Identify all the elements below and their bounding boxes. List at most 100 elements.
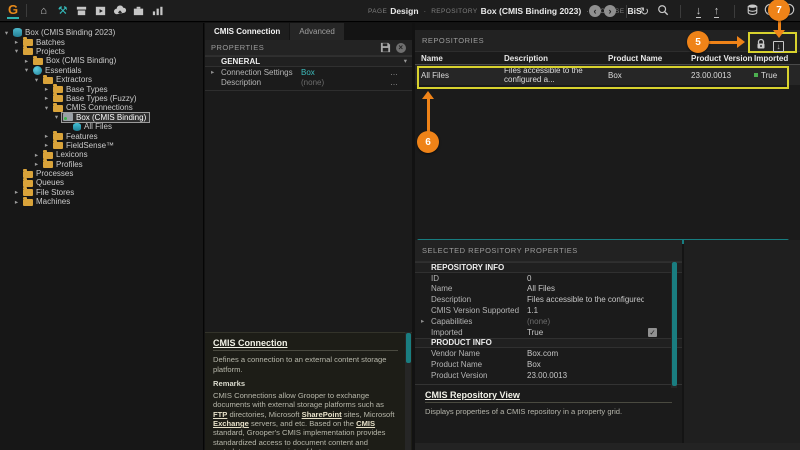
- property-row[interactable]: ▸ Connection Settings Box …: [205, 67, 412, 78]
- property-row[interactable]: REPOSITORY INFO ▾: [415, 262, 682, 273]
- connection-property-grid: GENERAL ▾ ▸ Connection Settings Box … De…: [205, 56, 412, 88]
- batch-process-icon[interactable]: [92, 3, 109, 19]
- property-row[interactable]: Imported True: [415, 327, 682, 338]
- property-row[interactable]: ▸ Capabilities (none): [415, 316, 682, 327]
- callout-arrowhead-5: [737, 36, 745, 48]
- property-row[interactable]: CMIS Version Supported 1.1: [415, 305, 682, 316]
- help-intro: Defines a connection to an external cont…: [213, 355, 398, 374]
- property-grid-scrollbar[interactable]: [671, 262, 677, 388]
- expand-arrow[interactable]: ▸: [42, 85, 51, 93]
- column-header[interactable]: Name: [421, 54, 504, 63]
- stats-icon[interactable]: [149, 3, 166, 19]
- expand-arrow[interactable]: ▾: [12, 47, 21, 55]
- design-tools-icon[interactable]: ⚒: [54, 3, 71, 19]
- expand-arrow[interactable]: ▸: [12, 198, 21, 206]
- property-row[interactable]: Description Files accessible to the conf…: [415, 294, 682, 305]
- property-value[interactable]: All Files: [527, 284, 644, 293]
- property-value[interactable]: (none): [301, 78, 374, 87]
- imported-checkbox[interactable]: [644, 328, 657, 337]
- expand-arrow[interactable]: ▸: [42, 132, 51, 140]
- repositories-title: REPOSITORIES: [422, 36, 484, 45]
- import-icon[interactable]: ↓: [773, 41, 784, 52]
- expand-arrow[interactable]: ▾: [22, 66, 31, 74]
- property-row[interactable]: ID 0: [415, 273, 682, 284]
- ellipsis-button[interactable]: …: [387, 68, 398, 77]
- property-label: GENERAL: [221, 57, 374, 66]
- tab[interactable]: Advanced: [290, 23, 345, 40]
- cloud-upload-icon[interactable]: [111, 3, 128, 19]
- folder-icon: [23, 171, 33, 178]
- expand-arrow[interactable]: ▾: [52, 113, 61, 121]
- column-header[interactable]: Product Name: [608, 54, 691, 63]
- property-value[interactable]: (none): [527, 317, 644, 326]
- expand-arrow[interactable]: ▸: [42, 141, 51, 149]
- expand-arrow[interactable]: ▾: [42, 104, 51, 112]
- ellipsis-button[interactable]: …: [387, 78, 398, 87]
- tree-item[interactable]: ▾ Essentials: [0, 66, 203, 75]
- repository-row[interactable]: All Files Files accessible to the config…: [415, 65, 800, 85]
- property-label: Product Version: [431, 371, 527, 380]
- help-title: CMIS Connection: [213, 339, 398, 348]
- expand-arrow[interactable]: ▾: [2, 29, 11, 37]
- upload-icon[interactable]: ↑: [709, 5, 724, 17]
- expand-arrow[interactable]: ▸: [12, 38, 21, 46]
- column-header[interactable]: Product Version: [691, 54, 754, 63]
- property-value[interactable]: 23.00.0013: [527, 371, 644, 380]
- property-value[interactable]: 0: [527, 274, 644, 283]
- property-row[interactable]: Product Name Box: [415, 359, 682, 370]
- home-icon[interactable]: ⌂: [35, 3, 52, 19]
- grooper-logo[interactable]: G: [7, 3, 19, 19]
- tree-item[interactable]: ▸ Machines: [0, 197, 203, 206]
- tree-item[interactable]: ▸ Batches: [0, 37, 203, 46]
- tree-item[interactable]: Processes: [0, 169, 203, 178]
- property-value[interactable]: Box.com: [527, 349, 644, 358]
- row-expander[interactable]: ▸: [421, 317, 431, 325]
- row-expander[interactable]: ▸: [211, 68, 221, 76]
- search-icon[interactable]: [655, 4, 670, 19]
- expand-arrow[interactable]: ▸: [12, 188, 21, 196]
- property-label: Name: [431, 284, 527, 293]
- bottom-scrollbar-track[interactable]: [415, 443, 800, 450]
- save-icon[interactable]: [380, 42, 391, 53]
- expand-arrow[interactable]: ▸: [42, 94, 51, 102]
- repository-help-pane: CMIS Repository View Displays properties…: [415, 384, 682, 450]
- property-value[interactable]: Box: [301, 68, 374, 77]
- property-row[interactable]: Description (none) …: [205, 78, 412, 89]
- cancel-icon[interactable]: ×: [396, 43, 406, 53]
- refresh-icon[interactable]: ↻: [637, 5, 652, 18]
- expand-arrow[interactable]: ▸: [32, 151, 41, 159]
- property-row[interactable]: Product Version 23.00.0013: [415, 370, 682, 381]
- download-icon[interactable]: ↓: [691, 5, 706, 17]
- database-icon[interactable]: [745, 3, 760, 19]
- folder-icon: [43, 77, 53, 84]
- property-row[interactable]: PRODUCT INFO ▾: [415, 338, 682, 349]
- expand-arrow[interactable]: ▸: [22, 57, 31, 65]
- column-header[interactable]: Description: [504, 54, 608, 63]
- property-row[interactable]: Name All Files: [415, 284, 682, 295]
- nav-forward-icon[interactable]: ›: [604, 5, 616, 17]
- lock-icon[interactable]: [755, 37, 767, 55]
- batches-icon[interactable]: [73, 3, 90, 19]
- property-value[interactable]: Box: [527, 360, 644, 369]
- tree-item[interactable]: ▸ FieldSense™: [0, 141, 203, 150]
- help-scrollbar[interactable]: [405, 332, 411, 450]
- callout-arrow-6: [427, 98, 430, 132]
- jobs-icon[interactable]: [130, 3, 147, 19]
- tree-item-label: Machines: [36, 197, 70, 206]
- property-row[interactable]: Vendor Name Box.com: [415, 348, 682, 359]
- property-row[interactable]: GENERAL ▾: [205, 56, 412, 67]
- expand-arrow[interactable]: ▸: [32, 160, 41, 168]
- editor-tabs: CMIS Connection Advanced: [205, 23, 412, 40]
- tab[interactable]: CMIS Connection: [205, 23, 290, 40]
- nav-back-icon[interactable]: ‹: [589, 5, 601, 17]
- cell-product-name: Box: [608, 71, 691, 80]
- property-value[interactable]: Files accessible to the configured...: [527, 295, 644, 304]
- property-value[interactable]: True: [527, 328, 644, 337]
- group-chevron[interactable]: ▾: [398, 57, 407, 65]
- tree-item[interactable]: ▸ Lexicons: [0, 150, 203, 159]
- property-value[interactable]: 1.1: [527, 306, 644, 315]
- tree-item[interactable]: ▸ File Stores: [0, 188, 203, 197]
- properties-header: PROPERTIES ×: [205, 40, 412, 56]
- expand-arrow[interactable]: ▾: [32, 76, 41, 84]
- tree-item[interactable]: Queues: [0, 178, 203, 187]
